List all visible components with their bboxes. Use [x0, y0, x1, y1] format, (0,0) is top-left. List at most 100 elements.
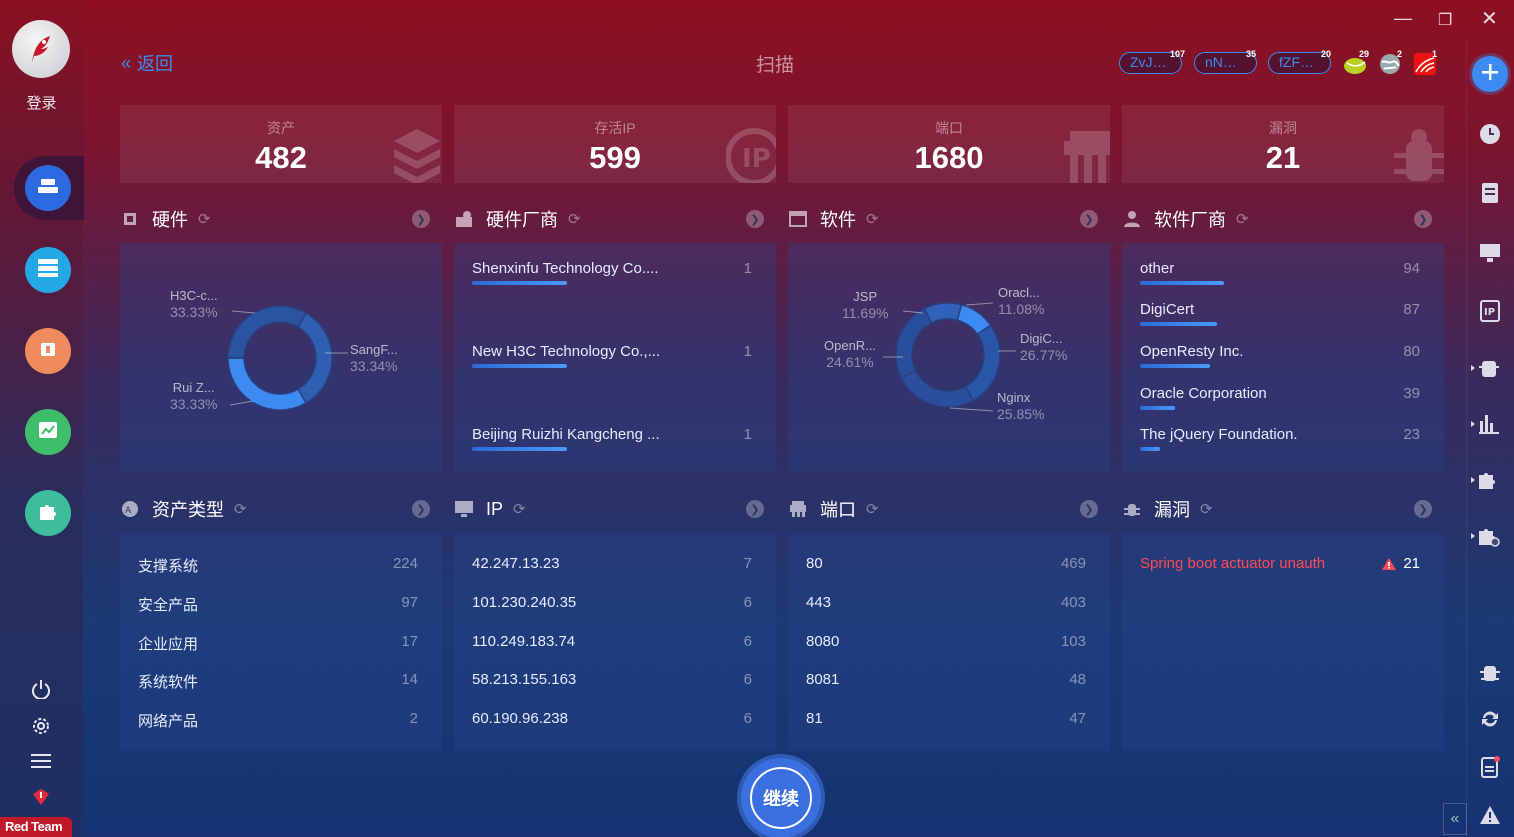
- chevron-right-icon[interactable]: ❯: [1414, 210, 1432, 228]
- list-item[interactable]: DigiCert 87: [1140, 301, 1426, 326]
- nav-server-button[interactable]: [25, 247, 71, 293]
- refresh-icon[interactable]: ⟳: [866, 500, 879, 518]
- nav-plugin-button[interactable]: [25, 490, 71, 536]
- power-icon[interactable]: [30, 678, 52, 700]
- list-item[interactable]: 8080 103: [806, 633, 1092, 650]
- tag-icon: A: [120, 500, 140, 518]
- stat-card-alive-ip[interactable]: 存活IP 599 IP: [454, 105, 776, 183]
- app-logo-icon[interactable]: [12, 20, 70, 78]
- stat-card-assets[interactable]: 资产 482: [120, 105, 442, 183]
- donut-slice-2[interactable]: [900, 369, 975, 408]
- list-item[interactable]: 8081 48: [806, 671, 1092, 688]
- list-item[interactable]: 110.249.183.74 6: [472, 633, 758, 650]
- stat-card-ports[interactable]: 端口 1680: [788, 105, 1110, 183]
- section-ip-header: IP ⟳ ❯: [454, 497, 776, 521]
- list-item[interactable]: The jQuery Foundation. 23: [1140, 426, 1426, 451]
- chevron-right-icon[interactable]: ❯: [412, 500, 430, 518]
- stat-card-vulns[interactable]: 漏洞 21: [1122, 105, 1444, 183]
- list-item[interactable]: 安全产品 97: [138, 594, 424, 615]
- tag-label: nN…: [1205, 54, 1237, 70]
- nav-bug-button[interactable]: [25, 328, 71, 374]
- log-file-icon[interactable]: [1478, 755, 1502, 779]
- chevron-right-icon[interactable]: ❯: [746, 500, 764, 518]
- vuln-panel: Spring boot actuator unauth 21: [1122, 533, 1444, 751]
- login-label[interactable]: 登录: [0, 92, 83, 113]
- slice-label: Oracl...: [998, 285, 1040, 300]
- chevron-right-icon[interactable]: ❯: [746, 210, 764, 228]
- bar-chart-icon[interactable]: [1470, 412, 1502, 436]
- list-item[interactable]: 系统软件 14: [138, 671, 424, 692]
- chevron-right-icon[interactable]: ❯: [1080, 500, 1098, 518]
- restore-icon[interactable]: ❐: [1438, 10, 1452, 30]
- list-item[interactable]: 支撑系统 224: [138, 555, 424, 576]
- item-count: 224: [392, 555, 418, 572]
- menu-icon[interactable]: [30, 750, 52, 772]
- tag-count: 35: [1246, 49, 1257, 59]
- refresh-icon[interactable]: ⟳: [198, 210, 211, 228]
- refresh-icon[interactable]: ⟳: [234, 500, 247, 518]
- list-item[interactable]: Beijing Ruizhi Kangcheng ... 1: [472, 426, 758, 451]
- item-count: 80: [1403, 343, 1420, 360]
- back-link[interactable]: « 返回: [121, 50, 173, 76]
- add-button[interactable]: [1472, 56, 1508, 92]
- chevron-right-icon[interactable]: ❯: [412, 210, 430, 228]
- list-item[interactable]: OpenResty Inc. 80: [1140, 343, 1426, 368]
- shield-alert-icon[interactable]: [30, 786, 52, 808]
- item-name: 58.213.155.163: [472, 671, 577, 688]
- list-item[interactable]: New H3C Technology Co.,... 1: [472, 343, 758, 368]
- collapse-panel-button[interactable]: «: [1443, 803, 1467, 835]
- gear-icon[interactable]: [30, 715, 52, 737]
- donut-slice-0[interactable]: [296, 311, 333, 405]
- donut-slice-2[interactable]: [227, 305, 308, 359]
- puzzle-gear-icon[interactable]: [1470, 524, 1502, 548]
- puzzle-expand-icon[interactable]: [1470, 468, 1502, 492]
- chip-icon: [120, 210, 140, 228]
- list-item[interactable]: 42.247.13.23 7: [472, 555, 758, 572]
- list-item[interactable]: 企业应用 17: [138, 633, 424, 654]
- list-item[interactable]: 58.213.155.163 6: [472, 671, 758, 688]
- bug-scan-icon[interactable]: [1478, 661, 1502, 685]
- list-item[interactable]: 80 469: [806, 555, 1092, 572]
- item-count: 6: [743, 710, 752, 727]
- ip-icon[interactable]: IP: [1478, 299, 1502, 323]
- minimize-icon[interactable]: —: [1394, 8, 1412, 29]
- warning-icon[interactable]: [1478, 803, 1502, 827]
- vuln-item[interactable]: Spring boot actuator unauth 21: [1140, 555, 1426, 572]
- list-item[interactable]: Oracle Corporation 39: [1140, 385, 1426, 410]
- nav-scan-button[interactable]: [25, 165, 71, 211]
- monitor-icon[interactable]: [1478, 241, 1502, 265]
- list-item[interactable]: Shenxinfu Technology Co.... 1: [472, 260, 758, 285]
- item-count: 17: [401, 633, 418, 650]
- refresh-icon[interactable]: ⟳: [513, 500, 526, 518]
- document-icon[interactable]: [1478, 181, 1502, 205]
- list-item[interactable]: 101.230.240.35 6: [472, 594, 758, 611]
- list-item[interactable]: 60.190.96.238 6: [472, 710, 758, 727]
- clock-icon[interactable]: [1478, 122, 1502, 146]
- sync-icon[interactable]: [1478, 707, 1502, 731]
- continue-button[interactable]: 继续: [741, 758, 821, 837]
- list-item[interactable]: 81 47: [806, 710, 1092, 727]
- section-sw-vendor-header: 软件厂商 ⟳ ❯: [1122, 207, 1444, 231]
- list-item[interactable]: 443 403: [806, 594, 1092, 611]
- refresh-icon[interactable]: ⟳: [866, 210, 879, 228]
- nav-chart-button[interactable]: [25, 409, 71, 455]
- chevron-right-icon[interactable]: ❯: [1080, 210, 1098, 228]
- bug-expand-icon[interactable]: [1470, 356, 1502, 380]
- section-title: 端口: [820, 500, 856, 520]
- list-item[interactable]: other 94: [1140, 260, 1426, 285]
- tag-count: 20: [1321, 49, 1332, 59]
- refresh-icon[interactable]: ⟳: [568, 210, 581, 228]
- close-icon[interactable]: ✕: [1481, 6, 1498, 31]
- left-sidebar: 登录 Red Team: [0, 0, 84, 837]
- donut-slice-1[interactable]: [227, 357, 308, 411]
- chevron-right-icon[interactable]: ❯: [1414, 500, 1432, 518]
- donut-slice-1[interactable]: [964, 324, 1001, 402]
- section-title: 资产类型: [152, 500, 224, 520]
- refresh-icon[interactable]: ⟳: [1236, 210, 1249, 228]
- refresh-icon[interactable]: ⟳: [1200, 500, 1213, 518]
- item-count: 103: [1060, 633, 1086, 650]
- item-count: 6: [743, 594, 752, 611]
- list-item[interactable]: 网络产品 2: [138, 710, 424, 731]
- donut-slice-3[interactable]: [895, 307, 933, 379]
- donut-slice-4[interactable]: [923, 302, 963, 324]
